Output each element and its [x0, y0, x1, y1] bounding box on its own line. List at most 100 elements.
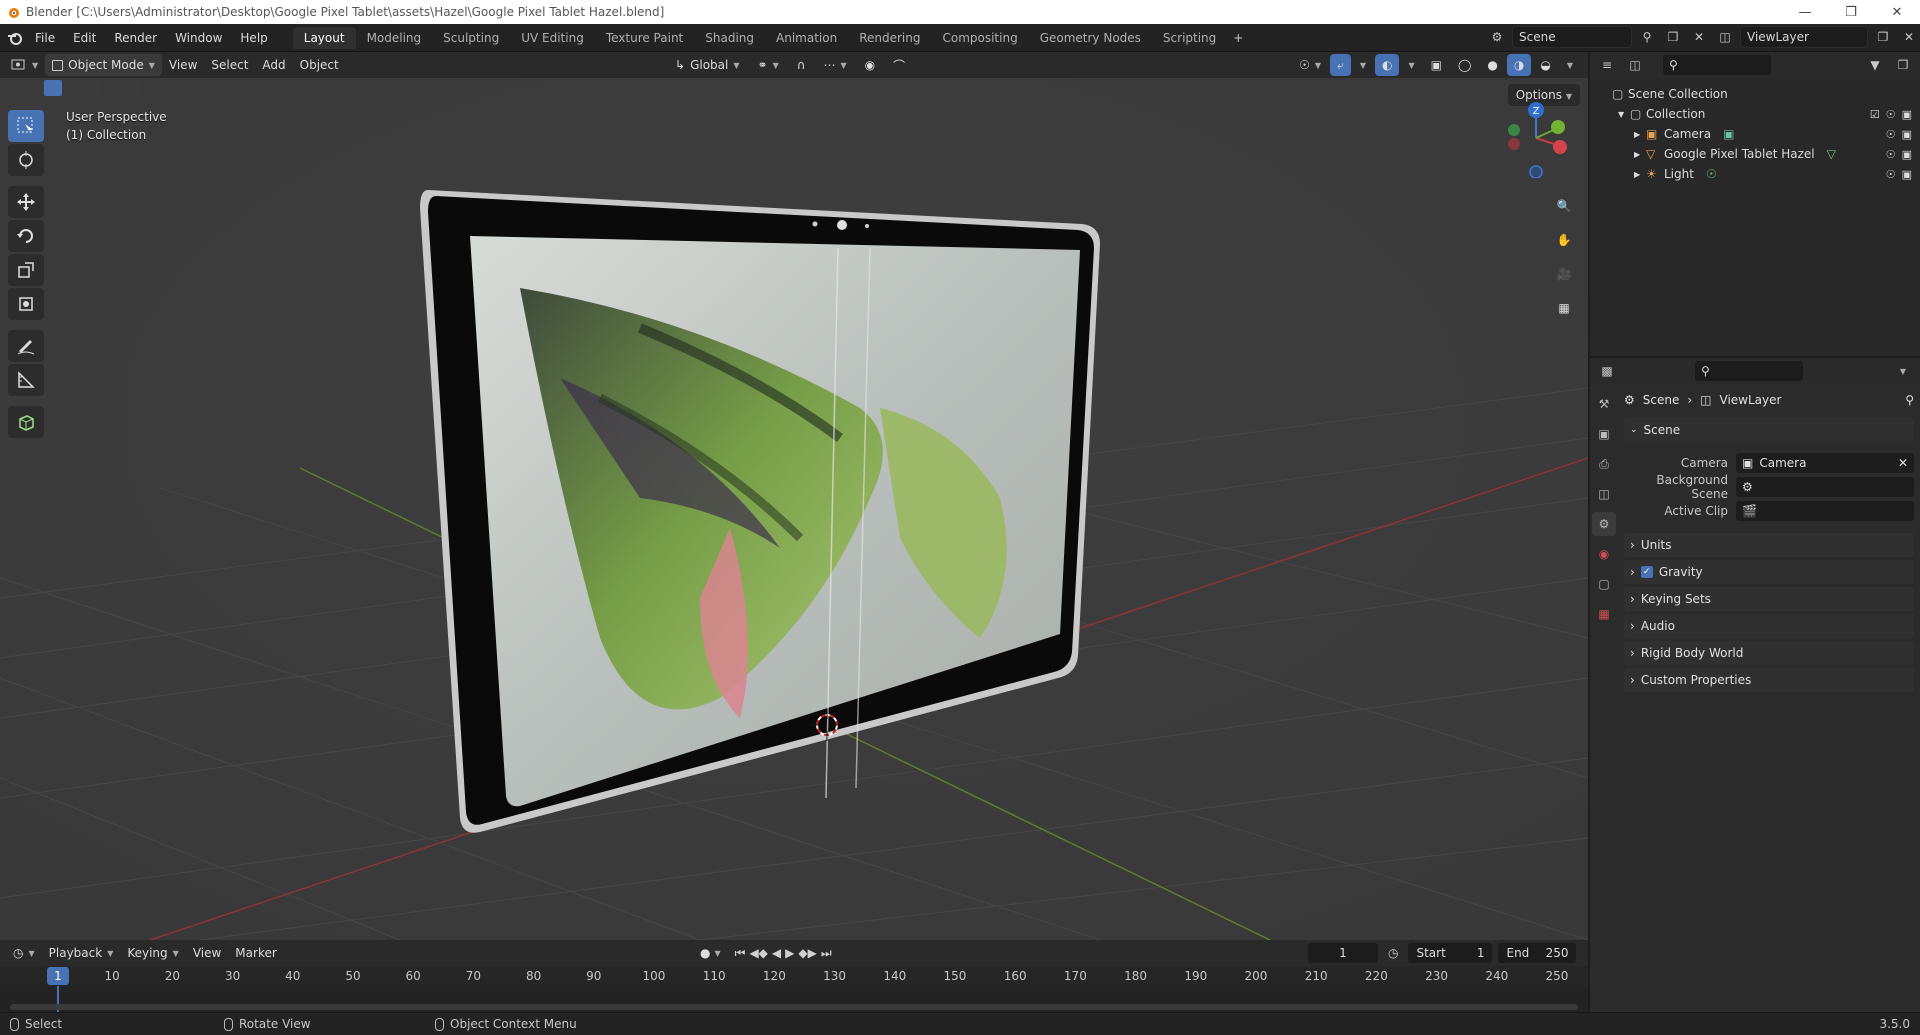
playback-menu[interactable]: Playback ▼	[42, 942, 121, 964]
outliner-row-light[interactable]: ▶ ☀ Light ☉ ☉ ▣	[1590, 164, 1920, 184]
texture-tab-icon[interactable]: ▦	[1592, 602, 1616, 626]
tab-modeling[interactable]: Modeling	[356, 27, 433, 49]
tab-scripting[interactable]: Scripting	[1152, 27, 1227, 49]
orientation-dropdown[interactable]: ↳ Global ▼	[668, 54, 747, 76]
output-tab-icon[interactable]: ⎙	[1592, 452, 1616, 476]
include-checkbox-icon[interactable]: ☑	[1870, 108, 1880, 121]
delete-scene-icon[interactable]: ✕	[1688, 26, 1710, 48]
menu-add[interactable]: Add	[255, 54, 292, 76]
menu-file[interactable]: File	[26, 27, 64, 49]
select-box-tool[interactable]	[8, 110, 44, 142]
tab-shading[interactable]: Shading	[694, 27, 765, 49]
measure-tool[interactable]	[8, 364, 44, 396]
select-extend-mode[interactable]	[64, 80, 82, 96]
visibility-eye-icon[interactable]: ☉	[1886, 148, 1896, 161]
zoom-icon[interactable]: 🔍	[1550, 193, 1578, 219]
menu-view[interactable]: View	[162, 54, 204, 76]
viewlayer-selector[interactable]: ViewLayer	[1740, 26, 1868, 48]
timeline-view-menu[interactable]: View	[186, 942, 228, 964]
shading-dropdown[interactable]: ▼	[1560, 54, 1580, 76]
select-new-mode[interactable]	[44, 80, 62, 96]
proportional-edit-toggle[interactable]: ◉	[858, 54, 882, 76]
prev-keyframe-icon[interactable]: ◀◆	[749, 946, 767, 960]
timeline-ruler[interactable]: 1 10 20 30 40 50 60 70 80 90 100 110 120 130 140 150 160…	[0, 966, 1588, 986]
current-frame-marker[interactable]: 1	[47, 967, 69, 985]
falloff-dropdown[interactable]: ⌒	[886, 54, 912, 76]
tab-compositing[interactable]: Compositing	[931, 27, 1028, 49]
rigid-body-world-panel-header[interactable]: › Rigid Body World	[1624, 641, 1914, 665]
collection-tab-icon[interactable]: ▢	[1592, 572, 1616, 596]
new-scene-icon[interactable]: ❐	[1662, 26, 1684, 48]
world-tab-icon[interactable]: ◉	[1592, 542, 1616, 566]
camera-field[interactable]: ▣ Camera ✕	[1736, 453, 1914, 473]
next-keyframe-icon[interactable]: ◆▶	[798, 946, 816, 960]
jump-start-icon[interactable]: ⏮	[735, 946, 746, 961]
tool-settings-tab-icon[interactable]: ⚒	[1592, 392, 1616, 416]
menu-select[interactable]: Select	[204, 54, 255, 76]
current-frame-field[interactable]: 1	[1308, 943, 1378, 963]
close-button[interactable]: ✕	[1874, 0, 1920, 24]
snap-target-dropdown[interactable]: ⋯ ▼	[817, 54, 854, 76]
marker-menu[interactable]: Marker	[228, 942, 283, 964]
active-clip-field[interactable]: 🎬	[1736, 501, 1914, 521]
gravity-checkbox[interactable]: ✓	[1640, 566, 1653, 578]
play-reverse-icon[interactable]: ◀	[772, 946, 781, 960]
end-frame-field[interactable]: End 250	[1498, 943, 1577, 963]
camera-view-icon[interactable]: 🎥	[1550, 261, 1578, 287]
gizmo-dropdown[interactable]: ▼	[1353, 54, 1373, 76]
render-camera-icon[interactable]: ▣	[1902, 168, 1912, 181]
tab-texture-paint[interactable]: Texture Paint	[595, 27, 694, 49]
viewlayer-icon[interactable]: ◫	[1714, 26, 1736, 48]
blender-menu-icon[interactable]	[4, 27, 26, 49]
solid-shading-button[interactable]: ●	[1480, 54, 1504, 76]
clock-icon[interactable]: ◷	[1388, 946, 1398, 960]
outliner-row-scene-collection[interactable]: ▢ Scene Collection	[1590, 84, 1920, 104]
tab-animation[interactable]: Animation	[765, 27, 848, 49]
audio-panel-header[interactable]: › Audio	[1624, 614, 1914, 638]
3d-viewport[interactable]: User Perspective (1) Collection Options …	[0, 78, 1588, 940]
tab-rendering[interactable]: Rendering	[848, 27, 931, 49]
tab-geometry-nodes[interactable]: Geometry Nodes	[1029, 27, 1152, 49]
menu-render[interactable]: Render	[105, 27, 166, 49]
object-mode-dropdown[interactable]: Object Mode ▼	[45, 54, 162, 76]
render-camera-icon[interactable]: ▣	[1902, 128, 1912, 141]
timeline-scrollbar[interactable]	[10, 1004, 1578, 1010]
timeline-track[interactable]	[0, 986, 1588, 1012]
menu-edit[interactable]: Edit	[64, 27, 105, 49]
play-icon[interactable]: ▶	[785, 946, 794, 960]
rotate-tool[interactable]	[8, 220, 44, 252]
visibility-dropdown[interactable]: ☉ ▼	[1292, 54, 1328, 76]
scale-tool[interactable]	[8, 254, 44, 286]
outliner-row-collection[interactable]: ▼ ▢ Collection ☑ ☉ ▣	[1590, 104, 1920, 124]
overlay-dropdown[interactable]: ▼	[1401, 54, 1421, 76]
navigation-gizmo[interactable]: Z	[1496, 98, 1576, 178]
tab-sculpting[interactable]: Sculpting	[432, 27, 510, 49]
xray-toggle[interactable]: ▣	[1424, 54, 1449, 76]
start-frame-field[interactable]: Start 1	[1408, 943, 1493, 963]
cursor-tool[interactable]	[8, 144, 44, 176]
outliner-editor-type-icon[interactable]: ≡	[1596, 54, 1618, 76]
view-layer-tab-icon[interactable]: ◫	[1592, 482, 1616, 506]
annotate-tool[interactable]	[8, 330, 44, 362]
visibility-eye-icon[interactable]: ☉	[1886, 108, 1896, 121]
scene-tab-icon[interactable]: ⚙	[1592, 512, 1616, 536]
pivot-dropdown[interactable]: ⚭ ▼	[751, 54, 786, 76]
menu-help[interactable]: Help	[231, 27, 276, 49]
background-scene-field[interactable]: ⚙	[1736, 477, 1914, 497]
timeline-editor-type-icon[interactable]: ◷ ▼	[6, 942, 42, 964]
pan-hand-icon[interactable]: ✋	[1550, 227, 1578, 253]
pin-icon[interactable]: ⚲	[1905, 393, 1914, 407]
menu-object[interactable]: Object	[293, 54, 346, 76]
select-intersect-mode[interactable]	[124, 80, 142, 96]
transform-tool[interactable]	[8, 288, 44, 320]
scene-selector[interactable]: Scene	[1512, 26, 1632, 48]
new-collection-icon[interactable]: ❐	[1892, 54, 1914, 76]
tab-uv-editing[interactable]: UV Editing	[510, 27, 595, 49]
move-tool[interactable]	[8, 186, 44, 218]
render-camera-icon[interactable]: ▣	[1902, 108, 1912, 121]
keying-menu[interactable]: Keying ▼	[120, 942, 185, 964]
properties-editor-type-icon[interactable]: ▩	[1596, 360, 1618, 382]
display-mode-icon[interactable]: ◫	[1624, 54, 1646, 76]
material-preview-button[interactable]: ◑	[1506, 54, 1532, 76]
jump-end-icon[interactable]: ⏭	[821, 946, 832, 961]
